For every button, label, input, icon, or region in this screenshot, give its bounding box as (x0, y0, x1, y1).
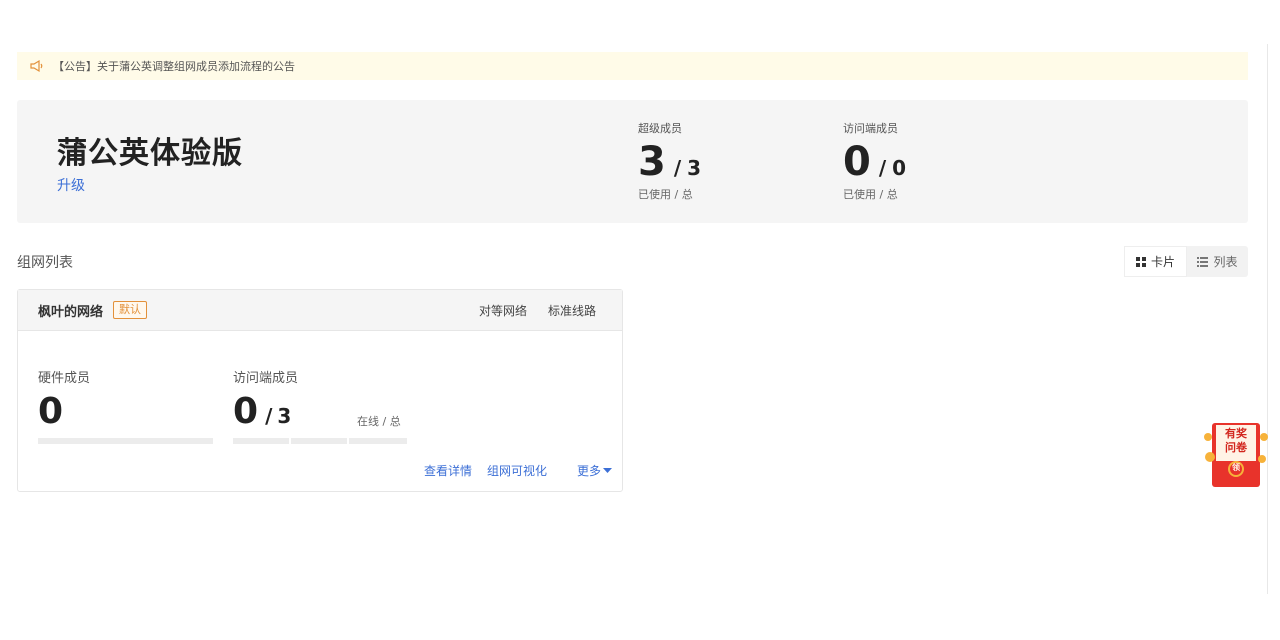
list-view-button[interactable]: 列表 (1187, 246, 1248, 277)
stat-label: 超级成员 (638, 122, 682, 135)
view-details-link[interactable]: 查看详情 (424, 462, 472, 479)
metric-label: 硬件成员 (38, 371, 91, 386)
view-toggle: 卡片 列表 (1124, 246, 1248, 277)
hardware-progress-bar (38, 438, 213, 444)
default-badge: 默认 (113, 301, 148, 319)
announcement-bar[interactable]: 【公告】关于蒲公英调整组网成员添加流程的公告 (17, 52, 1248, 80)
network-name[interactable]: 枫叶的网络 (38, 301, 103, 320)
stat-total: 3 (687, 156, 702, 180)
survey-line-2: 问卷 (1225, 441, 1247, 454)
plan-name: 蒲公英体验版 (57, 136, 243, 171)
stat-slash: / (673, 156, 682, 180)
network-tags: 对等网络 标准线路 (458, 302, 596, 319)
card-view-label: 卡片 (1150, 255, 1175, 269)
access-member-metric: 访问端成员 0 / 3 (233, 367, 298, 432)
stat-used: 0 (843, 139, 871, 185)
upgrade-link[interactable]: 升级 (57, 175, 85, 195)
metric-online: 0 (233, 391, 259, 432)
network-list-title: 组网列表 (17, 255, 73, 271)
super-member-stat: 超级成员 3 / 3 已使用 / 总 (638, 120, 701, 202)
access-progress-segment (349, 438, 407, 444)
page-scrollbar[interactable] (1267, 44, 1280, 594)
metric-total: 3 (277, 404, 292, 428)
network-card-header: 枫叶的网络 默认 对等网络 标准线路 (18, 290, 622, 331)
survey-seal: 领 (1232, 463, 1240, 472)
stat-label: 访问端成员 (843, 122, 898, 135)
metric-label: 访问端成员 (233, 371, 299, 386)
caret-down-icon (603, 467, 612, 473)
speaker-icon (29, 59, 45, 73)
metric-count: 0 (38, 391, 64, 432)
metric-slash: / (265, 404, 273, 428)
more-label: 更多 (576, 464, 601, 478)
network-card-actions: 查看详情 组网可视化 更多 (409, 462, 612, 479)
announcement-text[interactable]: 【公告】关于蒲公英调整组网成员添加流程的公告 (53, 58, 295, 74)
stat-caption: 已使用 / 总 (843, 188, 898, 201)
network-visualization-link[interactable]: 组网可视化 (487, 462, 547, 479)
network-line-tag: 标准线路 (547, 303, 596, 318)
survey-line-1: 有奖 (1225, 427, 1247, 440)
more-dropdown[interactable]: 更多 (562, 462, 612, 479)
access-progress-segment (291, 438, 347, 444)
survey-reward-badge[interactable]: 有奖 问卷 领 (1204, 421, 1268, 489)
card-view-button[interactable]: 卡片 (1124, 246, 1187, 277)
online-total-label: 在线 / 总 (357, 415, 401, 428)
hardware-member-metric: 硬件成员 0 (38, 367, 90, 432)
network-card: 枫叶的网络 默认 对等网络 标准线路 硬件成员 0 访问端成员 0 / 3 在线… (17, 289, 623, 492)
grid-icon (1135, 256, 1146, 267)
list-view-label: 列表 (1213, 255, 1238, 269)
stat-slash: / (878, 156, 887, 180)
plan-summary-panel: 蒲公英体验版 升级 超级成员 3 / 3 已使用 / 总 访问端成员 0 / 0… (17, 100, 1248, 223)
stat-caption: 已使用 / 总 (638, 188, 693, 201)
access-progress-segment (233, 438, 289, 444)
network-type-tag: 对等网络 (478, 303, 527, 318)
stat-used: 3 (638, 139, 666, 185)
list-icon (1197, 256, 1209, 267)
access-member-stat: 访问端成员 0 / 0 已使用 / 总 (843, 120, 906, 202)
stat-total: 0 (892, 156, 907, 180)
